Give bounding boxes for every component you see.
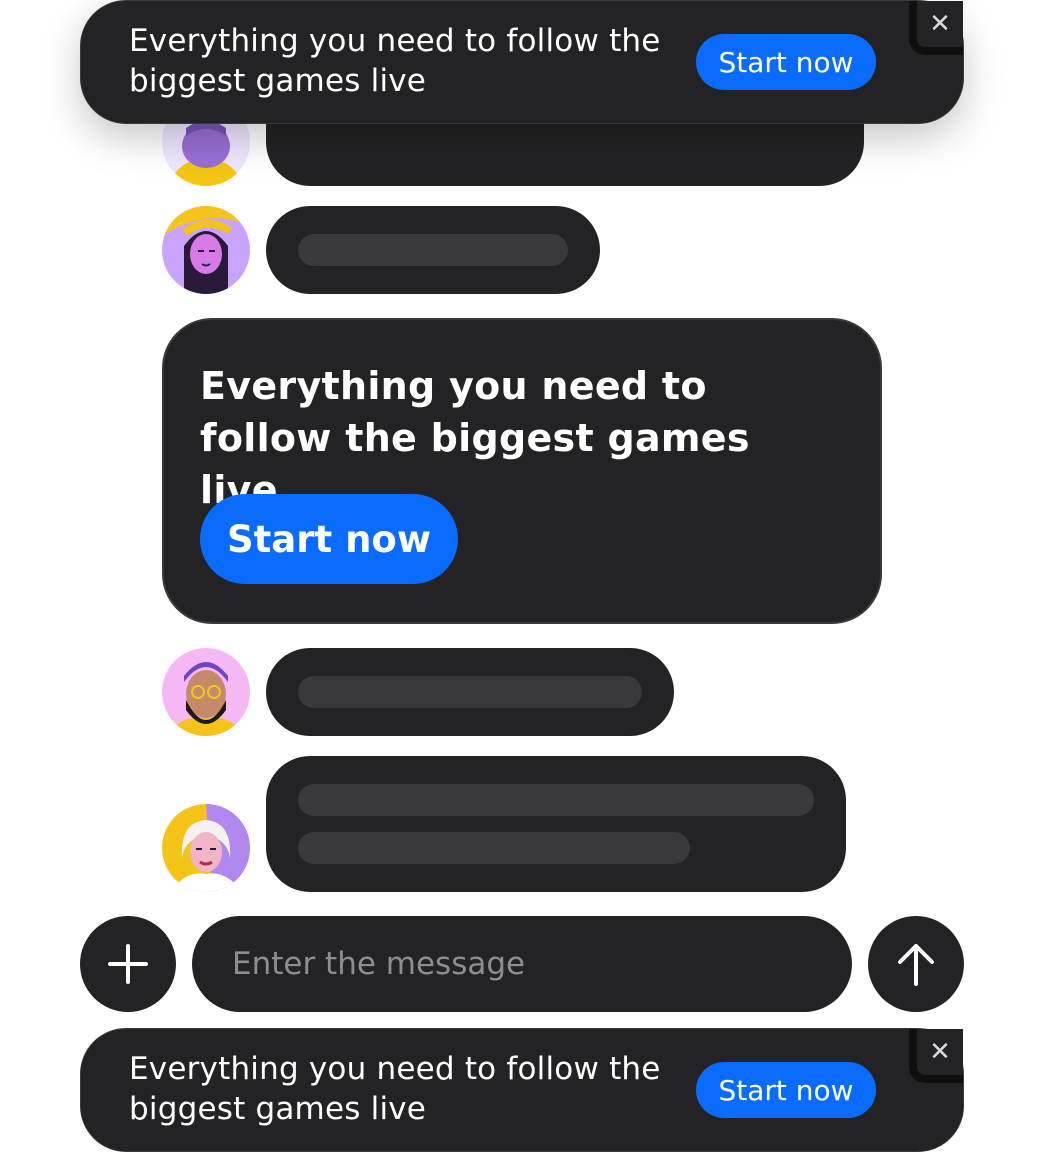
avatar <box>162 206 250 294</box>
start-now-button[interactable]: Start now <box>696 34 876 90</box>
avatar <box>162 804 250 892</box>
message-bubble <box>266 648 674 736</box>
bottom-promo-banner: Everything you need to follow the bigges… <box>80 1028 964 1152</box>
message-placeholder-line <box>298 234 568 266</box>
message-placeholder-line <box>298 676 642 708</box>
add-button[interactable] <box>80 916 176 1012</box>
close-button[interactable]: ✕ <box>909 1029 963 1083</box>
start-now-button[interactable]: Start now <box>696 1062 876 1118</box>
send-button[interactable] <box>868 916 964 1012</box>
message-placeholder-line <box>298 832 690 864</box>
message-bubble <box>266 756 846 892</box>
close-icon: ✕ <box>929 9 951 39</box>
message-placeholder-line <box>298 784 814 816</box>
plus-icon <box>108 944 148 984</box>
promo-card: Everything you need to follow the bigges… <box>162 318 882 624</box>
message-input[interactable] <box>192 916 852 1012</box>
arrow-up-icon <box>898 944 934 986</box>
banner-text: Everything you need to follow the bigges… <box>129 23 661 99</box>
start-now-button[interactable]: Start now <box>200 494 458 584</box>
message-bubble <box>266 206 600 294</box>
close-icon: ✕ <box>929 1037 951 1067</box>
close-button[interactable]: ✕ <box>909 1 963 55</box>
banner-text: Everything you need to follow the bigges… <box>129 1051 661 1127</box>
promo-card-text: Everything you need to follow the bigges… <box>200 364 750 512</box>
avatar <box>162 648 250 736</box>
top-promo-banner: Everything you need to follow the bigges… <box>80 0 964 124</box>
